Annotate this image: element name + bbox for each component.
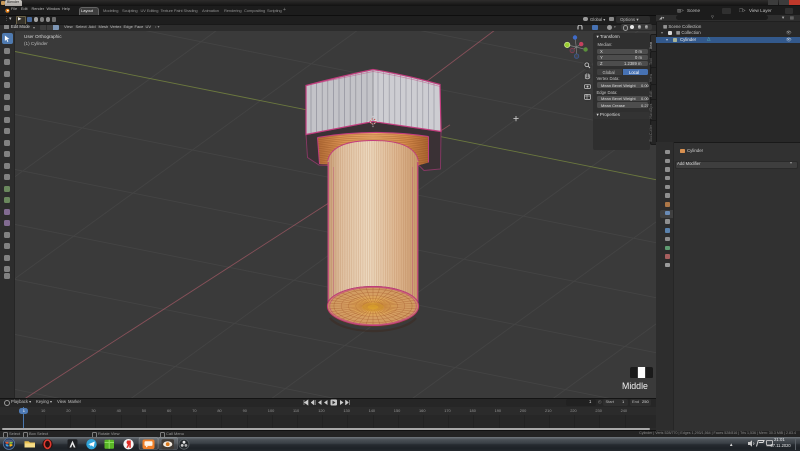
svg-text:▲: ▲ xyxy=(729,442,733,447)
